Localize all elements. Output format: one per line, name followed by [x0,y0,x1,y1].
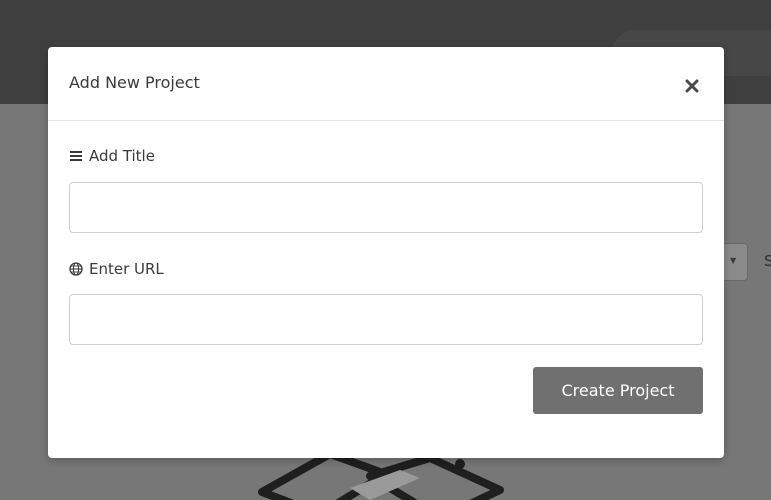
background-peek-text: S [764,252,771,270]
caret-down-icon: ▼ [730,256,737,265]
modal-header: Add New Project [48,47,724,121]
url-field-label: Enter URL [69,260,164,278]
close-button[interactable] [680,74,704,98]
add-project-modal: Add New Project Add Title Enter URL Crea… [48,47,724,458]
title-field-label-text: Add Title [89,147,155,165]
url-field-label-text: Enter URL [89,260,164,278]
title-input[interactable] [69,182,703,233]
close-icon [685,79,699,93]
create-project-button[interactable]: Create Project [533,367,703,414]
globe-icon [69,262,83,276]
page: ▼ S Add New Project Add Title Enter URL … [0,0,771,500]
background-select: ▼ [724,243,748,281]
url-input[interactable] [69,294,703,345]
list-icon [69,149,83,163]
title-field-label: Add Title [69,147,155,165]
modal-title: Add New Project [69,73,200,92]
